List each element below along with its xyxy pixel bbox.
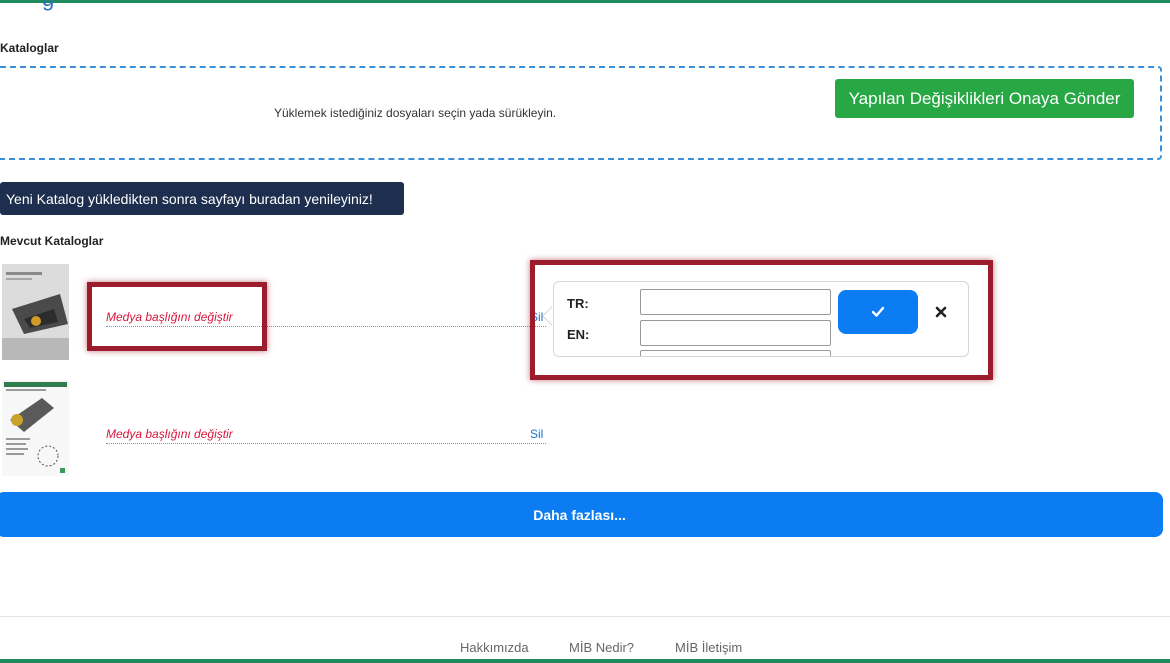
submit-changes-button[interactable]: Yapılan Değişiklikleri Onaya Gönder xyxy=(835,79,1134,118)
refresh-page-button[interactable]: Yeni Katalog yükledikten sonra sayfayı b… xyxy=(0,182,404,215)
footer-divider xyxy=(0,616,1170,617)
dropzone-instructions: Yüklemek istediğiniz dosyaları seçin yad… xyxy=(274,106,557,120)
top-accent-bar xyxy=(0,0,1170,3)
catalogs-heading: Kataloglar xyxy=(0,41,59,55)
footer-link-contact[interactable]: MİB İletişim xyxy=(675,640,742,655)
load-more-button[interactable]: Daha fazlası... xyxy=(0,492,1163,537)
title-underline xyxy=(106,443,546,444)
edit-media-title-link[interactable]: Medya başlığını değiştir xyxy=(106,427,233,441)
highlight-box-edit-link xyxy=(87,282,267,351)
delete-link[interactable]: Sil xyxy=(530,427,543,441)
footer-link-what-is-mib[interactable]: MİB Nedir? xyxy=(569,640,634,655)
catalog-cover-image xyxy=(2,264,69,360)
catalog-cover-image xyxy=(2,380,69,476)
footer-link-about[interactable]: Hakkımızda xyxy=(460,640,529,655)
bottom-accent-bar xyxy=(0,659,1170,663)
catalog-thumbnail[interactable] xyxy=(2,380,69,476)
highlight-box-editor xyxy=(530,260,993,380)
catalog-thumbnail[interactable] xyxy=(2,264,69,360)
page-title: g xyxy=(42,0,54,12)
existing-catalogs-heading: Mevcut Kataloglar xyxy=(0,234,104,248)
